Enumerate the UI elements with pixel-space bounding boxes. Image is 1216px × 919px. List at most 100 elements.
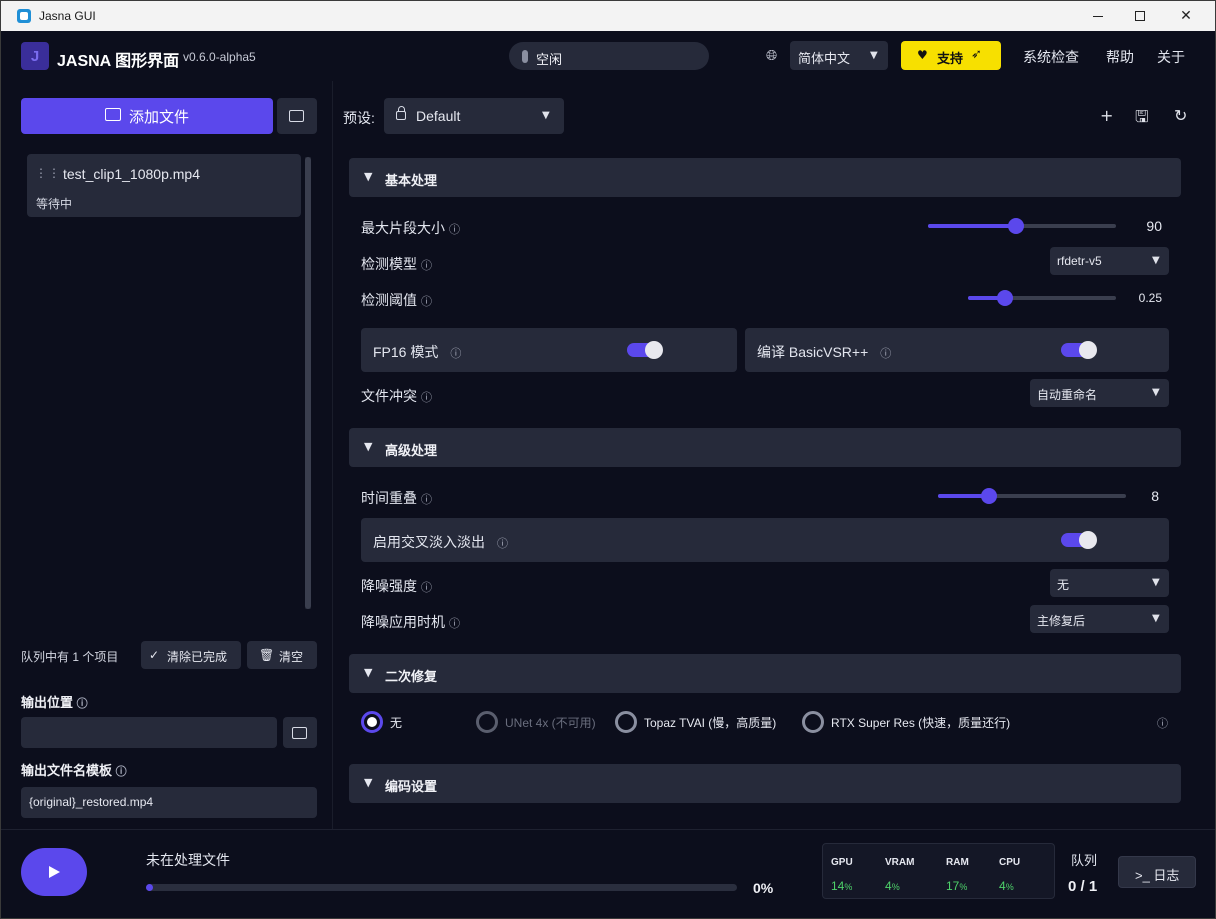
collapse-arrow-icon: ▼ xyxy=(364,666,373,679)
crossfade-toggle[interactable] xyxy=(1061,531,1097,549)
output-location-field[interactable] xyxy=(21,717,277,748)
file-conflict-label: 文件冲突 ⓘ xyxy=(361,386,432,406)
maximize-button[interactable] xyxy=(1117,1,1163,31)
clear-completed-button[interactable]: ✓ 清除已完成 xyxy=(141,641,241,669)
radio-icon xyxy=(615,711,637,733)
language-select[interactable]: 简体中文 ▼ xyxy=(790,41,888,70)
collapse-arrow-icon: ▼ xyxy=(364,170,373,183)
stat-cpu: CPU 4% xyxy=(999,857,1020,893)
denoise-timing-select[interactable]: 主修复后 ▼ xyxy=(1030,605,1169,633)
slider-thumb[interactable] xyxy=(1008,218,1025,234)
info-icon[interactable]: ⓘ xyxy=(421,391,432,404)
rocket-icon: ➶ xyxy=(971,47,982,62)
info-icon[interactable]: ⓘ xyxy=(1157,715,1168,731)
info-icon[interactable]: ⓘ xyxy=(421,493,432,506)
stat-number: 14 xyxy=(831,879,845,893)
file-conflict-select[interactable]: 自动重命名 ▼ xyxy=(1030,379,1169,407)
setting-label: 编译 BasicVSR++ xyxy=(757,344,869,360)
detection-model-select[interactable]: rfdetr-v5 ▼ xyxy=(1050,247,1169,275)
save-icon: 🖫 xyxy=(1135,107,1149,126)
add-files-label: 添加文件 xyxy=(129,109,190,126)
slider-thumb[interactable] xyxy=(997,290,1013,306)
section-title: 二次修复 xyxy=(385,669,438,684)
info-icon[interactable]: ⓘ xyxy=(421,295,432,308)
save-preset-button[interactable]: 🖫 xyxy=(1135,106,1149,133)
filename-template-field[interactable]: {original}_restored.mp4 xyxy=(21,787,317,818)
compile-basicvsr-toggle[interactable] xyxy=(1061,341,1097,359)
info-icon[interactable]: ⓘ xyxy=(880,347,891,360)
fp16-toggle[interactable] xyxy=(627,341,663,359)
detection-model-value: rfdetr-v5 xyxy=(1057,254,1102,268)
chevron-down-icon: ▼ xyxy=(1152,255,1160,266)
globe-icon: 🌐︎ xyxy=(766,48,778,64)
start-button[interactable] xyxy=(21,848,87,896)
support-button[interactable]: ♥ 支持 ➶ xyxy=(901,41,1001,70)
stat-ram: RAM 17% xyxy=(946,857,969,893)
system-check-link[interactable]: 系统检查 xyxy=(1023,47,1079,67)
stat-unit: % xyxy=(1005,882,1014,892)
log-button[interactable]: >_ 日志 xyxy=(1118,856,1196,888)
clear-button[interactable]: 🗑︎ 清空 xyxy=(247,641,317,669)
toggle-knob xyxy=(1079,531,1097,549)
section-secondary-restoration[interactable]: ▼ 二次修复 xyxy=(349,654,1181,693)
setting-label: 降噪强度 xyxy=(361,578,417,594)
status-bar: 未在处理文件 0% GPU 14% VRAM 4% RAM 17% CPU 4%… xyxy=(1,829,1215,918)
status-text: 空闲 xyxy=(536,52,563,67)
queue-item[interactable]: ⋮⋮ test_clip1_1080p.mp4 等待中 xyxy=(27,154,301,217)
close-button[interactable]: ✕ xyxy=(1163,1,1209,31)
max-segment-slider[interactable] xyxy=(928,218,1116,234)
filename-template-label: 输出文件名模板 xyxy=(21,763,113,778)
queue-list: ⋮⋮ test_clip1_1080p.mp4 等待中 xyxy=(27,154,309,609)
info-icon[interactable]: ⓘ xyxy=(116,765,127,778)
slider-thumb[interactable] xyxy=(980,488,997,504)
temporal-overlap-slider[interactable] xyxy=(938,488,1126,504)
folder-open-icon xyxy=(292,727,307,739)
add-files-button[interactable]: 添加文件 xyxy=(21,98,273,134)
open-folder-button[interactable] xyxy=(277,98,317,134)
info-icon[interactable]: ⓘ xyxy=(449,223,460,236)
add-preset-button[interactable]: + xyxy=(1100,106,1113,125)
info-icon[interactable]: ⓘ xyxy=(421,259,432,272)
help-link[interactable]: 帮助 xyxy=(1106,47,1134,67)
info-icon[interactable]: ⓘ xyxy=(497,537,508,550)
clear-label: 清空 xyxy=(279,650,304,664)
browse-output-button[interactable] xyxy=(283,717,317,748)
queue-scrollbar[interactable] xyxy=(305,157,311,609)
info-icon[interactable]: ⓘ xyxy=(77,697,88,710)
radio-icon xyxy=(802,711,824,733)
reset-icon: ↻ xyxy=(1174,106,1188,125)
section-advanced-processing[interactable]: ▼ 高级处理 xyxy=(349,428,1181,467)
info-icon[interactable]: ⓘ xyxy=(421,581,432,594)
output-location-heading: 输出位置 ⓘ xyxy=(21,692,88,711)
minimize-icon xyxy=(1093,15,1103,17)
collapse-arrow-icon: ▼ xyxy=(364,776,373,789)
stat-number: 4 xyxy=(885,879,892,893)
section-encoding-settings[interactable]: ▼ 编码设置 xyxy=(349,764,1181,803)
window-title: Jasna GUI xyxy=(39,9,96,23)
queue-item-filename: test_clip1_1080p.mp4 xyxy=(63,166,200,182)
info-icon[interactable]: ⓘ xyxy=(449,617,460,630)
denoise-strength-select[interactable]: 无 ▼ xyxy=(1050,569,1169,597)
info-icon[interactable]: ⓘ xyxy=(450,347,461,360)
maximize-icon xyxy=(1135,11,1145,21)
check-icon: ✓ xyxy=(149,648,160,662)
section-title: 高级处理 xyxy=(385,443,438,458)
crossfade-label: 启用交叉淡入淡出 ⓘ xyxy=(373,532,508,552)
radio-label: 无 xyxy=(390,716,403,730)
slider-fill xyxy=(928,224,1017,228)
section-basic-processing[interactable]: ▼ 基本处理 xyxy=(349,158,1181,197)
minimize-button[interactable] xyxy=(1075,1,1121,31)
chevron-down-icon: ▼ xyxy=(1152,387,1160,398)
preset-select[interactable]: Default ▼ xyxy=(384,98,564,134)
about-link[interactable]: 关于 xyxy=(1157,47,1185,67)
radio-icon xyxy=(476,711,498,733)
detection-threshold-slider[interactable] xyxy=(968,290,1116,306)
folder-open-icon xyxy=(289,110,304,122)
grip-icon[interactable]: ⋮⋮ xyxy=(35,166,61,180)
resource-stats: GPU 14% VRAM 4% RAM 17% CPU 4% xyxy=(822,843,1055,899)
reset-preset-button[interactable]: ↻ xyxy=(1174,106,1187,125)
chevron-down-icon: ▼ xyxy=(1152,577,1160,588)
fp16-label: FP16 模式 ⓘ xyxy=(373,342,461,362)
queue-progress-value: 0 / 1 xyxy=(1068,878,1098,895)
detection-threshold-label: 检测阈值 ⓘ xyxy=(361,290,432,310)
